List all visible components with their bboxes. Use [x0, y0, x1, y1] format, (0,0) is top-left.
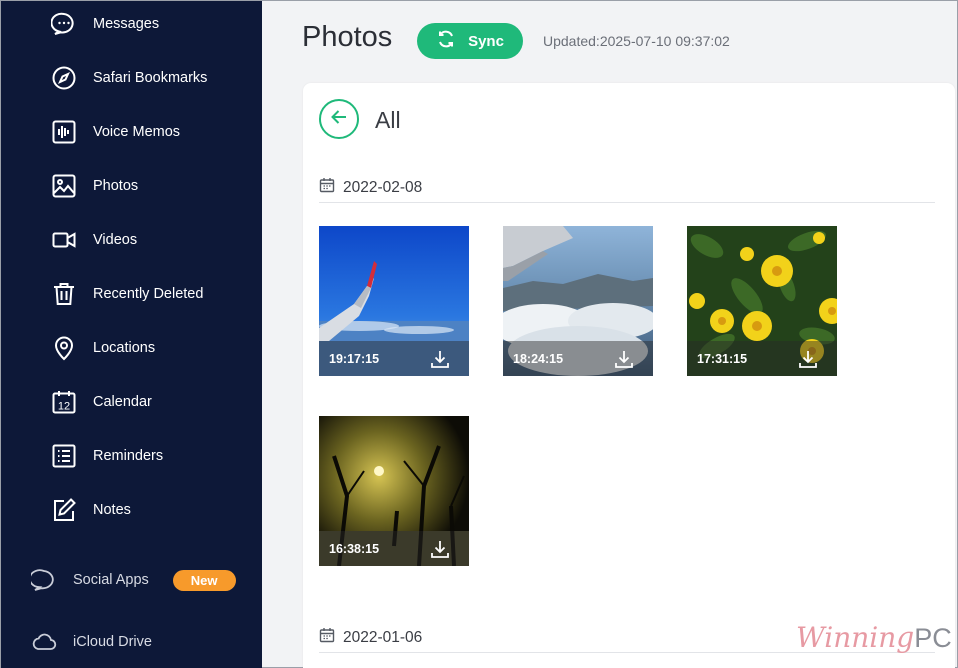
download-icon[interactable]	[429, 538, 451, 560]
photo-time: 18:24:15	[513, 351, 564, 366]
sidebar-item-safari-bookmarks[interactable]: Safari Bookmarks	[51, 63, 207, 93]
date-label: 2022-01-06	[343, 628, 423, 646]
watermark-bold: PC	[914, 623, 952, 653]
sidebar-item-label: Safari Bookmarks	[93, 70, 208, 86]
trash-icon	[51, 281, 77, 307]
photo-time: 19:17:15	[329, 351, 380, 366]
last-updated-text: Updated:2025-07-10 09:37:02	[543, 33, 730, 49]
download-icon[interactable]	[613, 348, 635, 370]
sidebar-item-label: Notes	[93, 502, 131, 518]
sidebar-item-social-apps[interactable]: Social Apps New	[31, 565, 236, 595]
photo-thumbnail[interactable]: 18:24:15	[503, 226, 653, 376]
sidebar-item-label: Recently Deleted	[93, 286, 204, 302]
date-group-header: 2022-02-08	[319, 173, 935, 203]
sidebar-item-videos[interactable]: Videos	[51, 225, 137, 255]
date-label: 2022-02-08	[343, 178, 423, 196]
sidebar-item-label: Social Apps	[73, 572, 149, 588]
sidebar: Messages Safari Bookmarks Voice Memos Ph…	[1, 1, 262, 668]
sidebar-item-label: Videos	[93, 232, 138, 248]
sidebar-item-label: Calendar	[93, 394, 152, 410]
photo-overlay: 18:24:15	[503, 341, 653, 376]
sidebar-item-messages[interactable]: Messages	[51, 9, 159, 39]
photo-icon	[51, 173, 77, 199]
sidebar-item-calendar[interactable]: 12 Calendar	[51, 387, 152, 417]
download-icon[interactable]	[797, 348, 819, 370]
photo-overlay: 17:31:15	[687, 341, 837, 376]
sync-icon	[436, 29, 456, 53]
new-badge: New	[172, 569, 236, 591]
sidebar-item-locations[interactable]: Locations	[51, 333, 155, 363]
sidebar-item-label: Locations	[93, 340, 156, 356]
photo-overlay: 19:17:15	[319, 341, 469, 376]
watermark-script: Winning	[796, 621, 915, 654]
arrow-left-icon	[329, 107, 349, 132]
sidebar-item-reminders[interactable]: Reminders	[51, 441, 163, 471]
sidebar-item-label: Messages	[93, 16, 160, 32]
checklist-icon	[51, 443, 77, 469]
video-camera-icon	[51, 227, 77, 253]
calendar-small-icon	[319, 177, 335, 198]
album-title: All	[375, 107, 401, 133]
calendar-small-icon	[319, 627, 335, 648]
photo-time: 17:31:15	[697, 351, 748, 366]
sidebar-item-label: iCloud Drive	[73, 634, 152, 650]
svg-text:12: 12	[58, 401, 70, 413]
calendar-icon: 12	[51, 389, 77, 415]
sync-button[interactable]: Sync	[417, 23, 523, 59]
photo-thumbnail[interactable]: 17:31:15	[687, 226, 837, 376]
voice-memo-icon	[51, 119, 77, 145]
back-button[interactable]	[319, 99, 359, 139]
sidebar-item-label: Reminders	[93, 448, 164, 464]
sidebar-item-notes[interactable]: Notes	[51, 495, 131, 525]
photo-thumbnail[interactable]: 19:17:15	[319, 226, 469, 376]
photo-overlay: 16:38:15	[319, 531, 469, 566]
sidebar-item-photos[interactable]: Photos	[51, 171, 138, 201]
sidebar-item-label: Voice Memos	[93, 124, 181, 140]
sidebar-item-voice-memos[interactable]: Voice Memos	[51, 117, 180, 147]
watermark: WinningPC	[796, 621, 952, 654]
sidebar-item-label: Photos	[93, 178, 139, 194]
page-title: Photos	[302, 21, 393, 53]
location-pin-icon	[51, 335, 77, 361]
messages-icon	[51, 11, 77, 37]
sync-button-label: Sync	[468, 32, 504, 50]
cloud-icon	[31, 629, 57, 655]
compass-icon	[51, 65, 77, 91]
sidebar-item-icloud-drive[interactable]: iCloud Drive	[31, 627, 152, 657]
photo-time: 16:38:15	[329, 541, 380, 556]
note-edit-icon	[51, 497, 77, 523]
photos-panel: All 2022-02-08 19:17:15 18:24:15 17:31:1…	[303, 83, 955, 668]
sidebar-item-recently-deleted[interactable]: Recently Deleted	[51, 279, 203, 309]
chat-bubble-icon	[31, 567, 57, 593]
photo-thumbnail[interactable]: 16:38:15	[319, 416, 469, 566]
download-icon[interactable]	[429, 348, 451, 370]
